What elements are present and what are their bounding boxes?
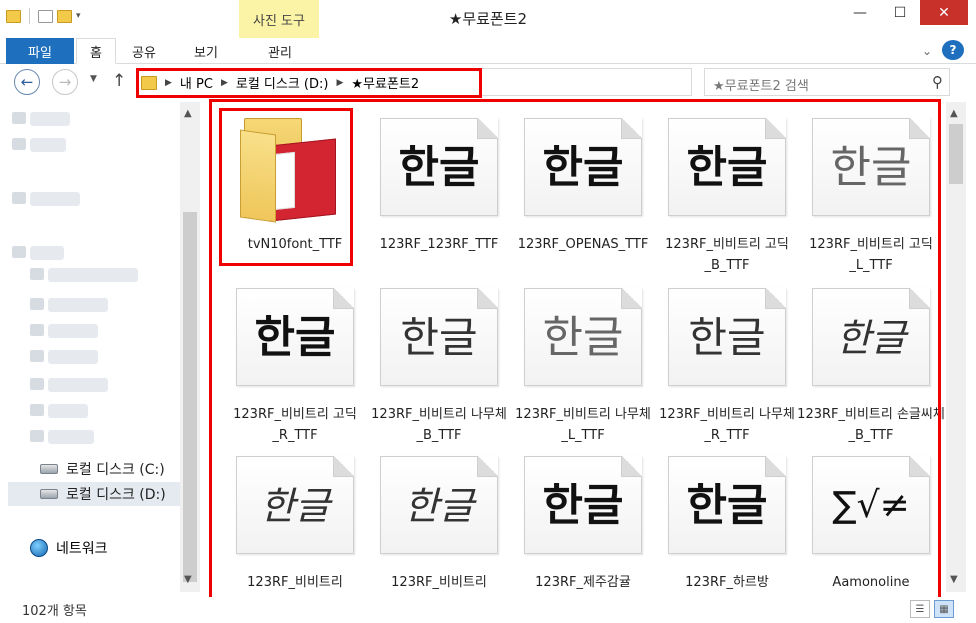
highlight-box-address [136, 68, 482, 98]
tab-home[interactable]: 홈 [76, 38, 116, 64]
search-icon[interactable]: ⚲ [932, 73, 943, 91]
nav-item-drive-c[interactable]: 로컬 디스크 (C:) [40, 458, 165, 480]
arrow-right-icon: → [58, 73, 72, 91]
arrow-left-icon: ← [20, 73, 34, 91]
close-button[interactable]: ✕ [920, 0, 968, 25]
blurred-nav-item[interactable] [30, 404, 88, 418]
search-input[interactable]: ★무료폰트2 검색 ⚲ [704, 68, 950, 96]
nav-item-network[interactable]: 네트워크 [30, 538, 108, 558]
scroll-up-icon[interactable]: ▲ [950, 108, 958, 119]
scroll-down-icon[interactable]: ▼ [184, 574, 192, 585]
ribbon-tabs: 파일 홈 공유 보기 관리 ⌄ ? [0, 38, 976, 64]
nav-item-label: 로컬 디스크 (D:) [66, 487, 166, 503]
blurred-nav-item[interactable] [30, 324, 98, 338]
network-icon [30, 539, 48, 557]
scroll-down-icon[interactable]: ▼ [950, 574, 958, 585]
window-title: ★무료폰트2 [448, 10, 528, 28]
recent-locations-dropdown[interactable]: ▼ [90, 74, 97, 84]
title-bar: ▾ 사진 도구 ★무료폰트2 — ☐ ✕ [0, 0, 976, 38]
navigation-pane: 로컬 디스크 (C:) 로컬 디스크 (D:) 네트워크 [0, 102, 205, 592]
blurred-nav-item[interactable] [30, 350, 98, 364]
expand-ribbon-icon[interactable]: ⌄ [918, 44, 936, 58]
blurred-nav-item[interactable] [30, 298, 108, 312]
maximize-button[interactable]: ☐ [880, 0, 920, 25]
blurred-nav-item[interactable] [30, 430, 94, 444]
minimize-icon: — [853, 4, 867, 21]
blurred-nav-item[interactable] [12, 192, 80, 206]
drive-icon [40, 489, 58, 499]
nav-pane-scrollbar[interactable]: ▲ ▼ [180, 102, 200, 592]
help-icon[interactable]: ? [942, 40, 964, 60]
nav-item-label: 네트워크 [56, 541, 108, 557]
nav-item-label: 로컬 디스크 (C:) [66, 462, 165, 478]
highlight-box-folder [219, 108, 353, 266]
large-icons-view-icon[interactable]: ▦ [934, 600, 954, 618]
scroll-up-icon[interactable]: ▲ [184, 108, 192, 119]
scrollbar-thumb[interactable] [183, 212, 197, 582]
blurred-nav-item[interactable] [30, 268, 138, 282]
tab-view[interactable]: 보기 [176, 38, 236, 64]
scrollbar-thumb[interactable] [949, 124, 963, 184]
nav-item-drive-d[interactable]: 로컬 디스크 (D:) [40, 483, 166, 505]
windows-drive-icon [40, 464, 58, 474]
blurred-nav-item[interactable] [12, 138, 66, 152]
tab-share[interactable]: 공유 [124, 38, 164, 64]
content-scrollbar[interactable]: ▲ ▼ [946, 102, 966, 592]
tab-manage[interactable]: 관리 [250, 38, 310, 64]
close-icon: ✕ [938, 4, 950, 21]
maximize-icon: ☐ [893, 4, 907, 21]
blurred-nav-item[interactable] [30, 378, 108, 392]
blurred-nav-item[interactable] [12, 246, 64, 260]
tab-file[interactable]: 파일 [6, 38, 74, 64]
item-count: 102개 항목 [22, 604, 87, 619]
up-button[interactable]: ↑ [112, 71, 126, 91]
details-view-icon[interactable]: ☰ [910, 600, 930, 618]
minimize-button[interactable]: — [840, 0, 880, 25]
search-placeholder: ★무료폰트2 검색 [713, 79, 809, 94]
forward-button[interactable]: → [52, 69, 78, 95]
back-button[interactable]: ← [14, 69, 40, 95]
blurred-nav-item[interactable] [12, 112, 70, 126]
status-bar: 102개 항목 ☰ ▦ [0, 597, 976, 623]
